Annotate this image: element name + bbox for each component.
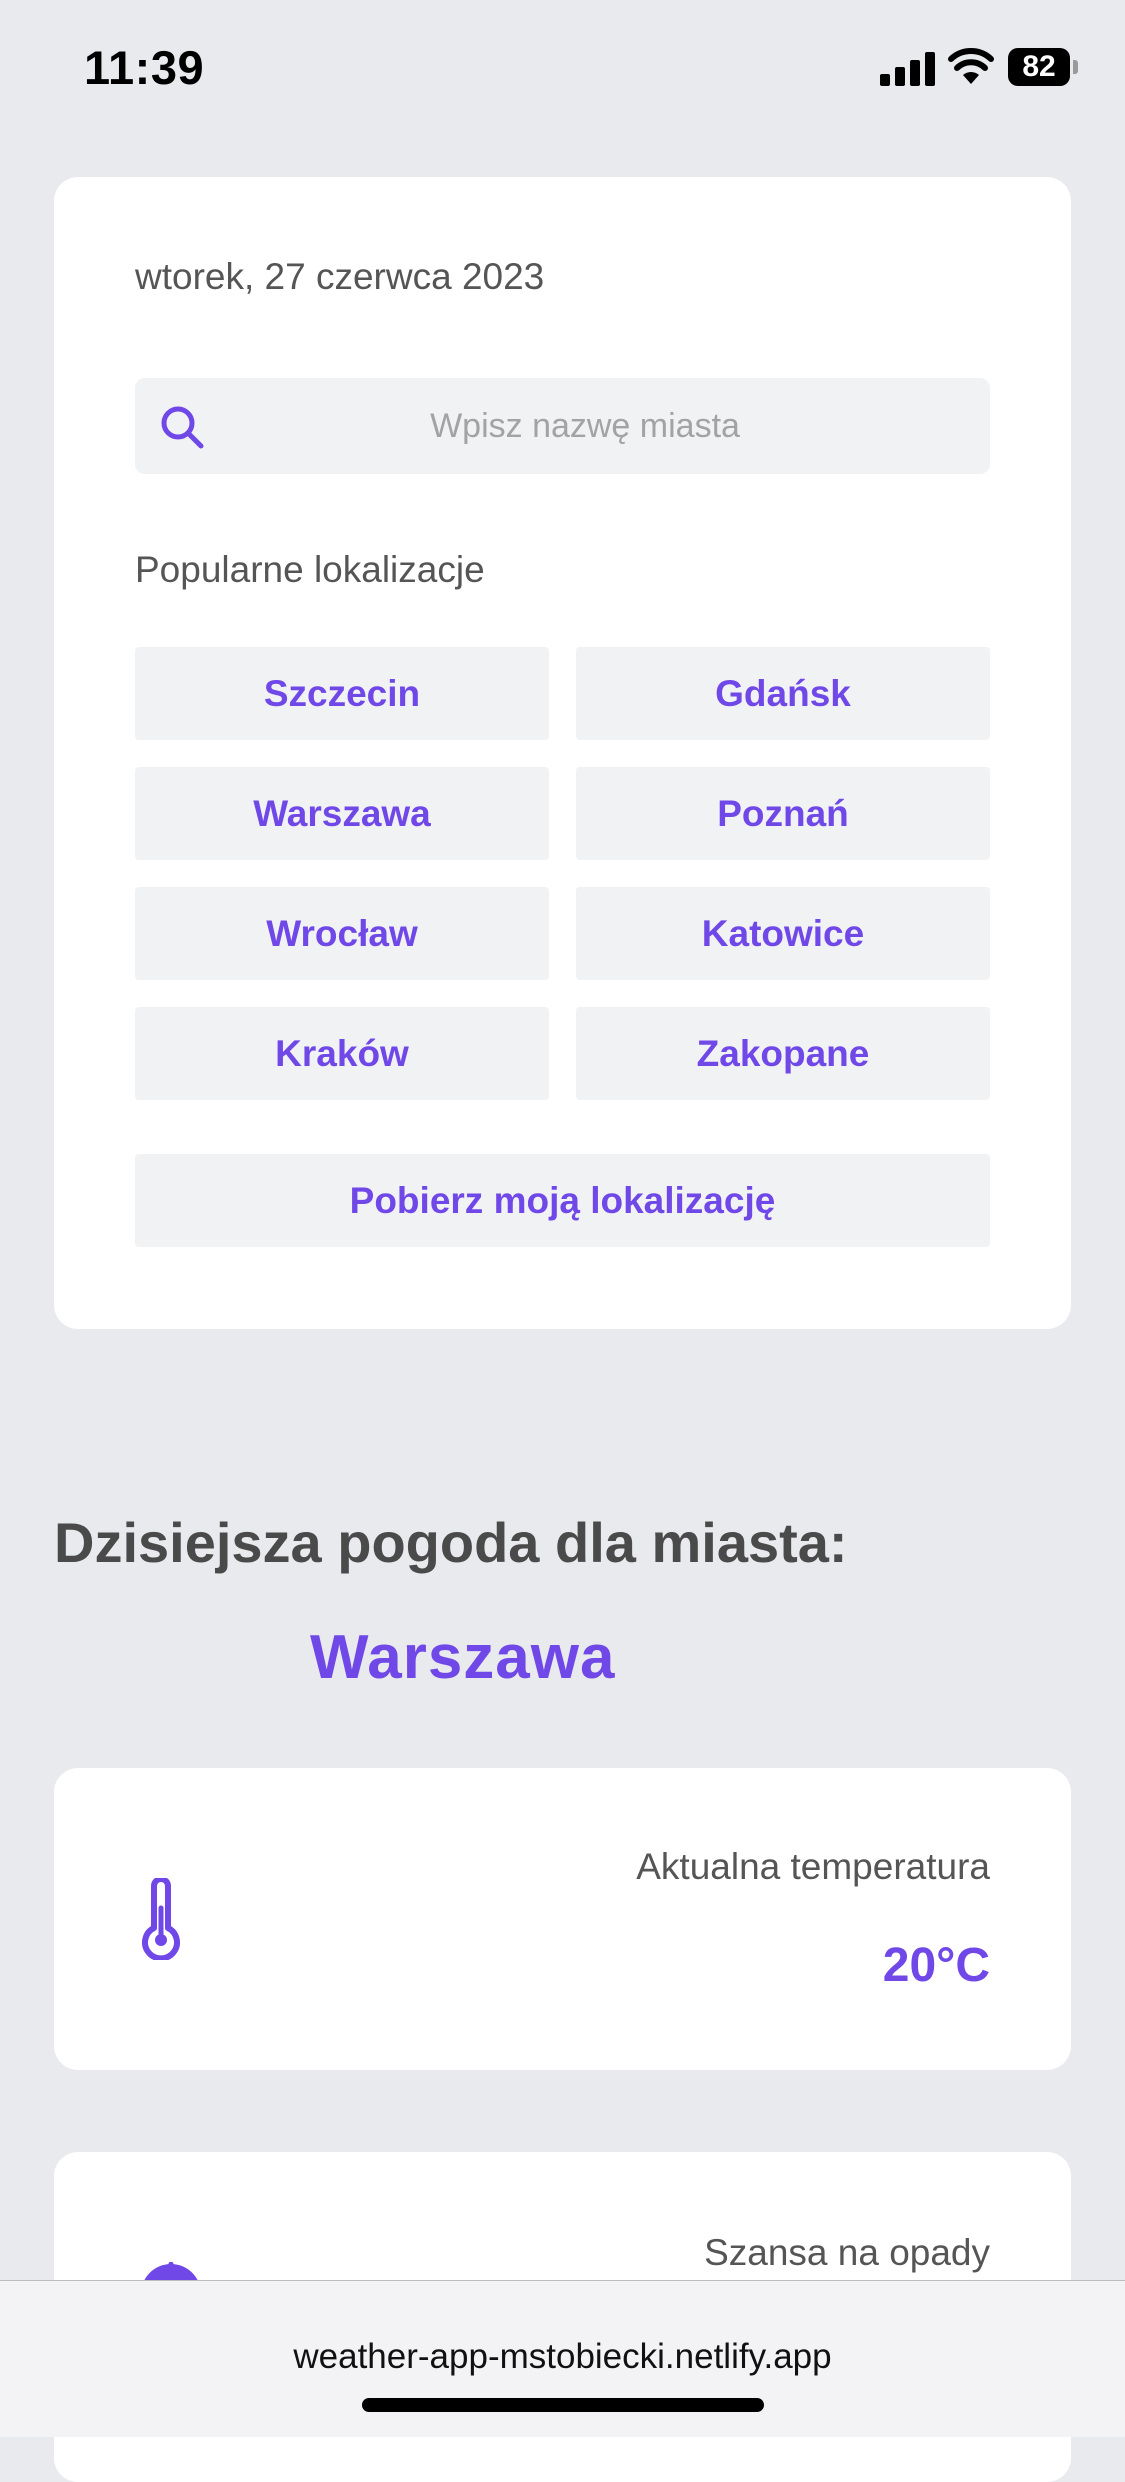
- browser-url-bar[interactable]: weather-app-mstobiecki.netlify.app: [0, 2280, 1125, 2437]
- city-button-katowice[interactable]: Katowice: [576, 887, 990, 980]
- city-button-zakopane[interactable]: Zakopane: [576, 1007, 990, 1100]
- city-button-gdansk[interactable]: Gdańsk: [576, 647, 990, 740]
- search-icon[interactable]: [159, 404, 205, 450]
- current-temperature-value: 20°C: [882, 1939, 990, 1992]
- wifi-icon: [948, 48, 994, 84]
- browser-url[interactable]: weather-app-mstobiecki.netlify.app: [0, 2337, 1125, 2377]
- battery-icon: 82: [1008, 48, 1078, 88]
- city-button-wroclaw[interactable]: Wrocław: [135, 887, 549, 980]
- weather-section-title: Dzisiejsza pogoda dla miasta:: [54, 1511, 848, 1574]
- battery-level: 82: [1008, 48, 1070, 86]
- selected-city-name: Warszawa: [310, 1623, 616, 1692]
- status-time: 11:39: [84, 41, 205, 94]
- signal-icon: [880, 52, 935, 86]
- search-card: wtorek, 27 czerwca 2023 Popularne lokali…: [54, 177, 1071, 1329]
- temperature-card: Aktualna temperatura 20°C: [54, 1768, 1071, 2070]
- battery-tip: [1073, 60, 1078, 74]
- city-button-warszawa[interactable]: Warszawa: [135, 767, 549, 860]
- get-my-location-button[interactable]: Pobierz moją lokalizację: [135, 1154, 990, 1247]
- popular-locations-label: Popularne lokalizacje: [135, 549, 485, 590]
- status-bar: 11:39 82: [0, 0, 1125, 140]
- rain-chance-label: Szansa na opady: [704, 2232, 990, 2273]
- city-search-input[interactable]: [225, 378, 945, 474]
- city-button-poznan[interactable]: Poznań: [576, 767, 990, 860]
- search-box[interactable]: [135, 378, 990, 474]
- home-indicator[interactable]: [362, 2398, 764, 2412]
- current-date: wtorek, 27 czerwca 2023: [135, 256, 545, 297]
- current-temperature-label: Aktualna temperatura: [636, 1846, 990, 1887]
- city-button-szczecin[interactable]: Szczecin: [135, 647, 549, 740]
- thermometer-icon: [142, 1878, 180, 1960]
- city-button-krakow[interactable]: Kraków: [135, 1007, 549, 1100]
